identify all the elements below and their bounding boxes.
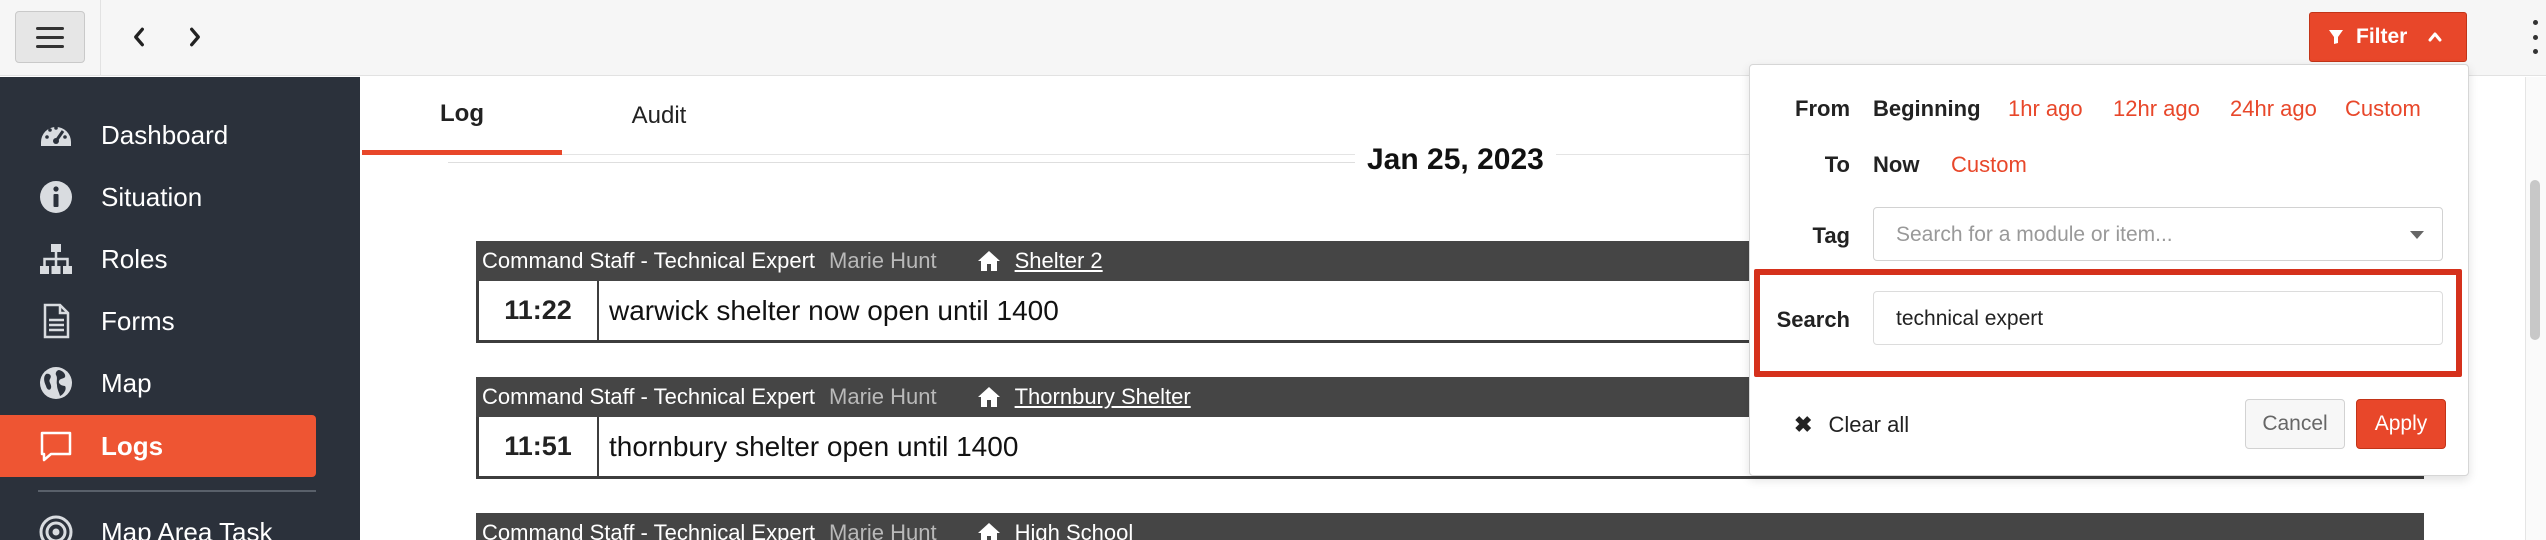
dot — [2532, 34, 2538, 40]
log-entry-time: 11:51 — [479, 417, 599, 476]
hamburger-line — [36, 44, 64, 48]
caret-down-icon — [2410, 231, 2424, 239]
tab-label: Audit — [631, 102, 687, 129]
tab-label: Log — [440, 99, 484, 127]
filter-panel: From Beginning 1hr ago 12hr ago 24hr ago… — [1749, 64, 2469, 476]
tag-select[interactable]: Search for a module or item... — [1873, 207, 2443, 261]
sidebar: Dashboard Situation Roles Forms Map Logs — [0, 77, 360, 540]
log-entry-header: Command Staff - Technical Expert Marie H… — [476, 513, 2424, 540]
filter-button[interactable]: Filter — [2309, 12, 2467, 62]
sidebar-item-label: Situation — [101, 181, 203, 212]
org-chart-icon — [36, 239, 76, 279]
apply-button[interactable]: Apply — [2356, 399, 2446, 449]
clear-all-label: Clear all — [1828, 412, 1910, 437]
sidebar-divider — [38, 490, 316, 492]
sidebar-item-label: Map — [101, 367, 152, 398]
log-entry-person: Marie Hunt — [829, 520, 937, 540]
clear-all-button[interactable]: ✖ Clear all — [1794, 412, 1909, 438]
dot — [2532, 20, 2538, 25]
chevron-right-icon — [190, 27, 200, 47]
back-button[interactable] — [124, 18, 154, 56]
dashboard-icon — [36, 115, 76, 155]
search-label: Search — [1776, 307, 1850, 332]
log-entry-role: Command Staff - Technical Expert — [482, 520, 816, 540]
dot — [2532, 49, 2538, 54]
from-option-12hr[interactable]: 12hr ago — [2113, 96, 2200, 122]
log-entry-text: thornbury shelter open until 1400 — [609, 430, 1019, 462]
more-options-button[interactable] — [2530, 20, 2540, 54]
log-entry-person: Marie Hunt — [829, 384, 937, 409]
sidebar-item-forms[interactable]: Forms — [0, 290, 360, 352]
topbar-divider — [100, 0, 101, 76]
to-option-custom[interactable]: Custom — [1951, 152, 2027, 178]
from-option-1hr[interactable]: 1hr ago — [2008, 96, 2083, 122]
funnel-icon — [2329, 30, 2343, 44]
sidebar-item-map-area-task[interactable]: Map Area Task — [0, 501, 360, 540]
scrollbar-thumb[interactable] — [2530, 180, 2540, 340]
from-label: From — [1795, 96, 1850, 121]
sidebar-item-dashboard[interactable]: Dashboard — [0, 104, 360, 166]
log-entry-role: Command Staff - Technical Expert — [482, 384, 816, 409]
sidebar-item-label: Logs — [101, 430, 164, 461]
home-icon — [977, 384, 1003, 410]
chevron-left-icon — [134, 27, 144, 47]
log-entry-place-link[interactable]: Shelter 2 — [1015, 248, 1103, 274]
tab-log[interactable]: Log — [362, 77, 562, 155]
to-label: To — [1824, 152, 1850, 177]
sidebar-item-label: Roles — [101, 243, 168, 274]
sidebar-item-map[interactable]: Map — [0, 352, 360, 414]
to-option-now[interactable]: Now — [1873, 152, 1919, 178]
sidebar-item-label: Dashboard — [101, 119, 229, 150]
document-icon — [36, 301, 76, 341]
sidebar-item-label: Map Area Task — [101, 516, 273, 540]
date-label: Jan 25, 2023 — [1355, 143, 1556, 177]
globe-icon — [36, 363, 76, 403]
log-entry-place-link[interactable]: Thornbury Shelter — [1015, 384, 1191, 410]
from-option-24hr[interactable]: 24hr ago — [2230, 96, 2317, 122]
chevron-up-icon — [2428, 32, 2442, 42]
tag-select-placeholder: Search for a module or item... — [1896, 223, 2173, 246]
log-entry: Command Staff - Technical Expert Marie H… — [476, 513, 2424, 540]
from-option-custom[interactable]: Custom — [2345, 96, 2421, 122]
target-icon — [36, 512, 76, 540]
search-input[interactable]: technical expert — [1873, 291, 2443, 345]
sidebar-item-label: Forms — [101, 305, 175, 336]
chat-icon — [36, 426, 76, 466]
tab-audit[interactable]: Audit — [559, 77, 759, 155]
log-entry-time: 11:22 — [479, 281, 599, 340]
log-entry-text: warwick shelter now open until 1400 — [609, 294, 1059, 326]
from-option-beginning[interactable]: Beginning — [1873, 96, 1981, 122]
sidebar-item-logs[interactable]: Logs — [0, 415, 316, 477]
log-entry-role: Command Staff - Technical Expert — [482, 248, 816, 273]
filter-button-label: Filter — [2356, 25, 2408, 48]
home-icon — [977, 520, 1003, 540]
sidebar-item-roles[interactable]: Roles — [0, 228, 360, 290]
forward-button[interactable] — [180, 18, 210, 56]
cancel-button[interactable]: Cancel — [2245, 399, 2345, 449]
tag-label: Tag — [1812, 223, 1850, 248]
hamburger-line — [36, 26, 64, 30]
close-icon: ✖ — [1794, 412, 1813, 437]
hamburger-line — [36, 35, 64, 39]
home-icon — [977, 248, 1003, 274]
hamburger-menu-button[interactable] — [15, 11, 85, 63]
log-entry-person: Marie Hunt — [829, 248, 937, 273]
sidebar-item-situation[interactable]: Situation — [0, 166, 360, 228]
log-entry-place-link[interactable]: High School — [1015, 520, 1134, 540]
info-icon — [36, 177, 76, 217]
